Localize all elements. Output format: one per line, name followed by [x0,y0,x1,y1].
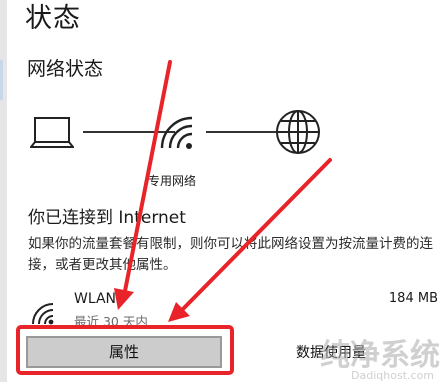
connection-usage: 184 MB [388,291,438,306]
wifi-icon [160,116,193,149]
section-title: 网络状态 [27,58,104,80]
nav-accent [0,60,3,100]
network-diagram: 专用网络 [28,110,328,192]
properties-button[interactable]: 属性 [26,336,222,368]
globe-icon [276,110,320,154]
connection-line-2 [206,131,280,133]
wifi-signal-icon [32,303,54,325]
laptop-icon [30,117,74,148]
connection-name: WLAN [74,291,117,307]
watermark-sub: Dadiqhost.com [351,369,434,382]
network-type-label: 专用网络 [148,174,197,188]
left-nav-strip [0,0,7,382]
watermark: 纯净系统 [320,338,440,373]
page-title: 状态 [25,3,81,34]
metered-description: 如果你的流量套餐有限制，则你可以将此网络设置为按流量计费的连接，或者更改其他属性… [28,236,433,273]
connection-status: 你已连接到 Internet [28,208,186,228]
